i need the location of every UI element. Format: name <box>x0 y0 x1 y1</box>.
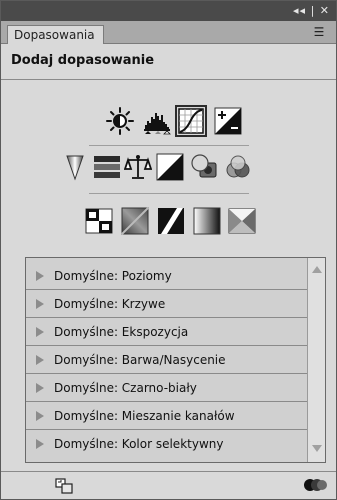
threshold-icon[interactable] <box>157 207 185 235</box>
hue-saturation-icon[interactable] <box>93 153 121 181</box>
panel-window-controls[interactable]: ◂◂ | ✕ <box>293 4 330 17</box>
black-white-icon[interactable] <box>156 153 184 181</box>
tab-dopasowania[interactable]: Dopasowania <box>7 25 104 44</box>
list-item[interactable]: Domyślne: Czarno-biały <box>26 374 308 402</box>
color-balance-icon[interactable] <box>123 153 153 181</box>
list-item[interactable]: Domyślne: Krzywe <box>26 290 308 318</box>
adjustment-row-1 <box>1 105 336 137</box>
brightness-contrast-icon[interactable] <box>106 107 134 135</box>
list-item-label: Domyślne: Mieszanie kanałów <box>54 409 235 423</box>
list-item[interactable]: Domyślne: Kolor selektywny <box>26 430 308 458</box>
list-item[interactable]: Domyślne: Barwa/Nasycenie <box>26 346 308 374</box>
invert-icon[interactable] <box>85 207 113 235</box>
list-item-label: Domyślne: Kolor selektywny <box>54 437 224 451</box>
adjustments-panel: ◂◂ | ✕ Dopasowania ☰ Dodaj dopasowanie D… <box>0 0 337 500</box>
scroll-up-icon[interactable] <box>312 266 322 273</box>
list-item-label: Domyślne: Krzywe <box>54 297 166 311</box>
channel-mixer-icon[interactable] <box>224 153 252 181</box>
expand-arrow-icon[interactable] <box>36 355 44 365</box>
curves-icon[interactable] <box>175 105 207 137</box>
panel-menu-icon[interactable]: ☰ <box>312 25 326 39</box>
list-item-label: Domyślne: Czarno-biały <box>54 381 197 395</box>
adjustment-row-3 <box>1 207 336 235</box>
panel-tab-strip: Dopasowania ☰ <box>1 21 336 44</box>
selective-color-icon[interactable] <box>228 207 256 235</box>
expand-arrow-icon[interactable] <box>36 439 44 449</box>
page-title: Dodaj dopasowanie <box>11 53 155 68</box>
icon-row-divider-2 <box>89 193 249 194</box>
list-item[interactable]: Domyślne: Mieszanie kanałów <box>26 402 308 430</box>
levels-icon[interactable] <box>143 107 171 135</box>
list-item[interactable]: Domyślne: Ekspozycja <box>26 318 308 346</box>
expand-arrow-icon[interactable] <box>36 299 44 309</box>
vibrance-icon[interactable] <box>61 153 89 181</box>
scrollbar[interactable] <box>307 258 325 462</box>
gradient-map-icon[interactable] <box>193 207 221 235</box>
photo-filter-icon[interactable] <box>190 153 218 181</box>
expand-arrow-icon[interactable] <box>36 411 44 421</box>
posterize-icon[interactable] <box>121 207 149 235</box>
expand-arrow-icon[interactable] <box>36 271 44 281</box>
preset-list[interactable]: Domyślne: Poziomy Domyślne: Krzywe Domyś… <box>25 257 326 463</box>
footer-divider <box>1 471 336 472</box>
list-item[interactable]: Domyślne: Poziomy <box>26 262 308 290</box>
list-item-label: Domyślne: Poziomy <box>54 269 172 283</box>
clip-to-layer-icon[interactable] <box>55 478 73 494</box>
adjustment-row-2 <box>1 153 336 181</box>
list-item-label: Domyślne: Barwa/Nasycenie <box>54 353 226 367</box>
expand-arrow-icon[interactable] <box>36 383 44 393</box>
expand-arrow-icon[interactable] <box>36 327 44 337</box>
panel-title-bar: ◂◂ | ✕ <box>1 1 336 21</box>
scroll-down-icon[interactable] <box>312 445 322 452</box>
exposure-icon[interactable] <box>214 107 242 135</box>
icon-row-divider-1 <box>89 145 249 146</box>
list-item-label: Domyślne: Ekspozycja <box>54 325 189 339</box>
visibility-toggle-icon[interactable] <box>303 477 327 493</box>
title-divider <box>1 79 336 80</box>
